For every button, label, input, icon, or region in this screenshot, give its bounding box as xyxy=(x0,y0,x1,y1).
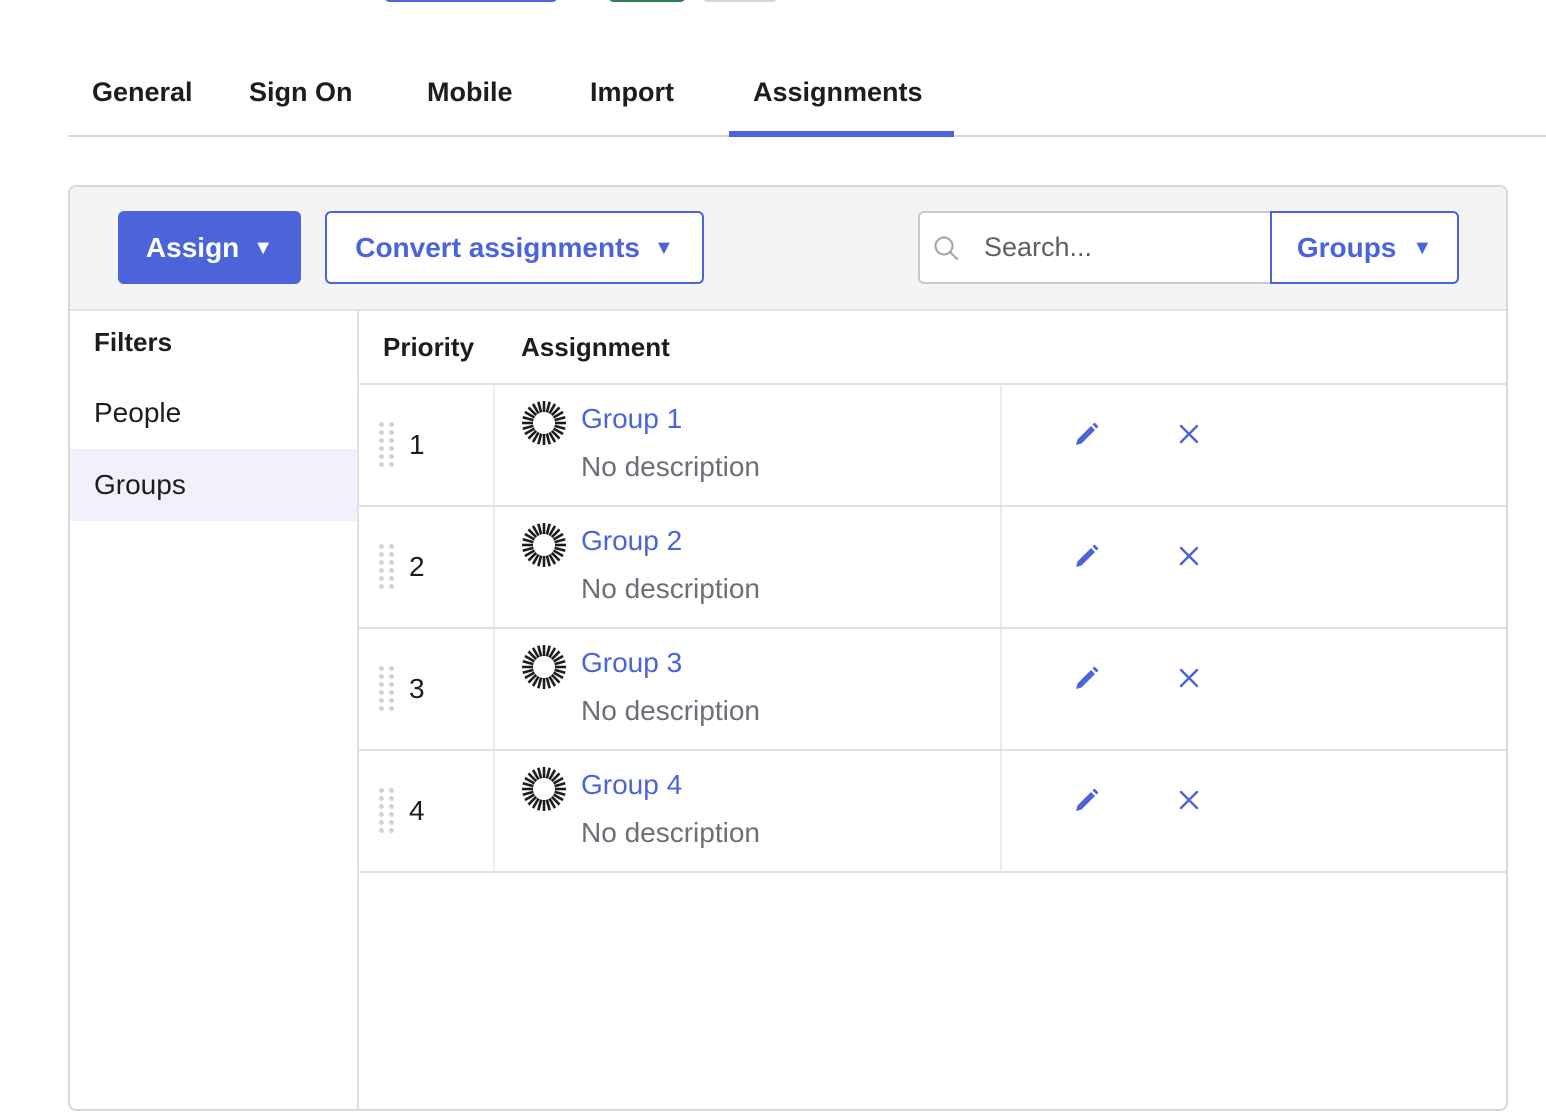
caret-down-icon: ▼ xyxy=(1412,236,1433,259)
column-header-priority: Priority xyxy=(383,331,475,362)
priority-cell: 4 xyxy=(359,751,495,871)
drag-handle-icon[interactable] xyxy=(379,666,395,712)
assignment-cell: Group 1 No description xyxy=(495,385,1002,505)
group-name-link[interactable]: Group 3 xyxy=(581,647,682,679)
table-header: Priority Assignment xyxy=(359,311,1506,385)
filters-sidebar: Filters People Groups xyxy=(70,311,359,1109)
group-description: No description xyxy=(581,695,760,726)
group-description: No description xyxy=(581,451,760,482)
cropped-top-control[interactable] xyxy=(702,0,778,2)
assignment-cell: Group 2 No description xyxy=(495,507,1002,627)
pencil-icon[interactable] xyxy=(1072,421,1100,449)
caret-down-icon: ▼ xyxy=(653,236,674,259)
convert-assignments-button[interactable]: Convert assignments ▼ xyxy=(325,211,704,284)
search-input[interactable] xyxy=(984,232,1254,263)
assignments-body: Filters People Groups Priority Assignmen… xyxy=(70,311,1506,1109)
table-row: 4 Group 4 No description xyxy=(359,751,1506,873)
group-icon xyxy=(522,523,566,567)
filters-title: Filters xyxy=(94,327,173,357)
drag-handle-icon[interactable] xyxy=(379,422,395,468)
drag-handle-icon[interactable] xyxy=(379,544,395,590)
convert-assignments-label: Convert assignments xyxy=(355,231,640,263)
group-name-link[interactable]: Group 4 xyxy=(581,769,682,801)
assign-button-label: Assign xyxy=(145,231,240,263)
column-header-assignment: Assignment xyxy=(521,331,670,362)
pencil-icon[interactable] xyxy=(1072,665,1100,693)
group-name-link[interactable]: Group 2 xyxy=(581,525,682,557)
search-icon xyxy=(934,236,958,260)
cropped-top-button[interactable] xyxy=(384,0,558,2)
table-row: 1 Group 1 No description xyxy=(359,385,1506,507)
close-icon[interactable] xyxy=(1178,789,1200,811)
actions-cell xyxy=(1002,507,1507,627)
assignment-cell: Group 3 No description xyxy=(495,629,1002,749)
table-row: 2 Group 2 No description xyxy=(359,507,1506,629)
tab-assignments[interactable]: Assignments xyxy=(729,60,954,137)
group-description: No description xyxy=(581,817,760,848)
cropped-top-status xyxy=(608,0,686,2)
assignments-toolbar: Assign ▼ Convert assignments ▼ Groups ▼ xyxy=(70,187,1506,311)
pencil-icon[interactable] xyxy=(1072,787,1100,815)
priority-cell: 1 xyxy=(359,385,495,505)
priority-value: 2 xyxy=(409,551,425,582)
group-icon xyxy=(522,767,566,811)
groups-dropdown-label: Groups xyxy=(1296,231,1397,263)
search-box xyxy=(918,211,1270,284)
close-icon[interactable] xyxy=(1178,545,1200,567)
group-icon xyxy=(522,645,566,689)
group-icon xyxy=(522,401,566,445)
priority-cell: 2 xyxy=(359,507,495,627)
app-tabs: General Sign On Mobile Import Assignment… xyxy=(68,60,1546,137)
table-row: 3 Group 3 No description xyxy=(359,629,1506,751)
close-icon[interactable] xyxy=(1178,423,1200,445)
group-description: No description xyxy=(581,573,760,604)
groups-dropdown-button[interactable]: Groups ▼ xyxy=(1270,211,1459,284)
filter-item-groups[interactable]: Groups xyxy=(70,449,357,521)
close-icon[interactable] xyxy=(1178,667,1200,689)
assignments-panel: Assign ▼ Convert assignments ▼ Groups ▼ … xyxy=(68,185,1508,1111)
actions-cell xyxy=(1002,629,1507,749)
actions-cell xyxy=(1002,751,1507,871)
assignments-table: Priority Assignment 1 Group 1 No descrip… xyxy=(359,311,1506,1109)
priority-value: 1 xyxy=(409,429,425,460)
priority-value: 3 xyxy=(409,673,425,704)
assign-button[interactable]: Assign ▼ xyxy=(118,211,301,284)
assignment-cell: Group 4 No description xyxy=(495,751,1002,871)
group-name-link[interactable]: Group 1 xyxy=(581,403,682,435)
priority-cell: 3 xyxy=(359,629,495,749)
table-rows: 1 Group 1 No description 2 Group 2 No de… xyxy=(359,385,1506,873)
actions-cell xyxy=(1002,385,1507,505)
tab-mobile[interactable]: Mobile xyxy=(403,60,566,135)
filter-item-people[interactable]: People xyxy=(70,377,357,449)
pencil-icon[interactable] xyxy=(1072,543,1100,571)
tab-sign-on[interactable]: Sign On xyxy=(225,60,403,135)
tab-import[interactable]: Import xyxy=(566,60,729,135)
tab-general[interactable]: General xyxy=(68,60,225,135)
caret-down-icon: ▼ xyxy=(253,236,274,259)
priority-value: 4 xyxy=(409,795,425,826)
drag-handle-icon[interactable] xyxy=(379,788,395,834)
